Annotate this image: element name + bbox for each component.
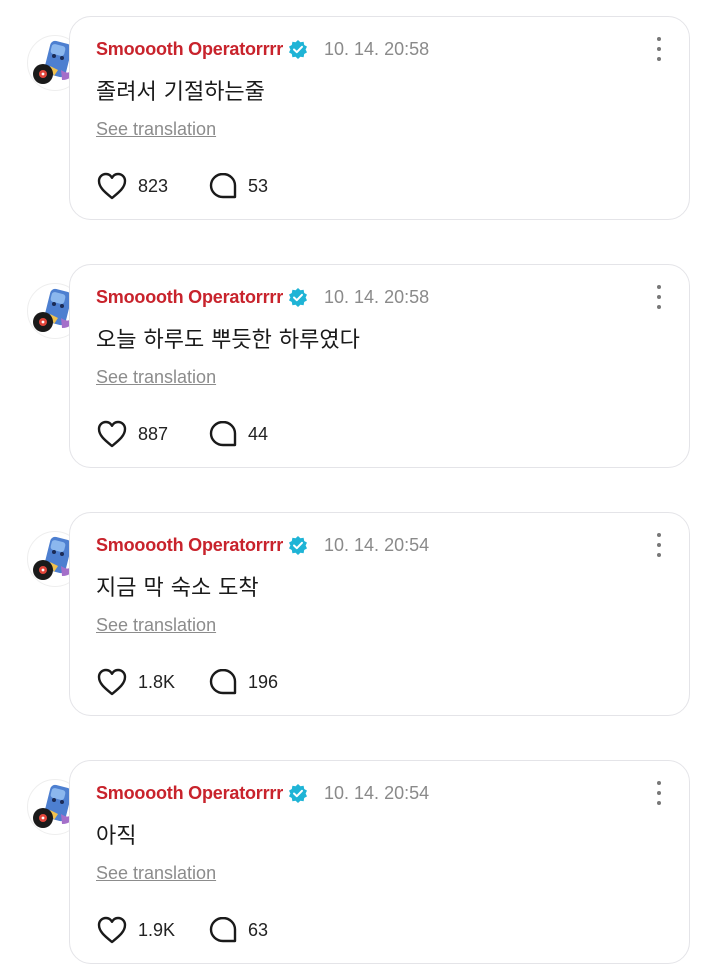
post-card: Smooooth Operatorrrr 10. 14. 20:58 졸려서 기… xyxy=(69,16,690,220)
see-translation-link[interactable]: See translation xyxy=(96,119,216,140)
verified-badge-icon xyxy=(288,39,308,59)
post-text: 오늘 하루도 뿌듯한 하루였다 xyxy=(96,328,360,353)
post-text: 아직 xyxy=(96,824,137,849)
verified-badge-icon xyxy=(288,783,308,803)
verified-badge-icon xyxy=(288,287,308,307)
post-header: Smooooth Operatorrrr 10. 14. 20:58 xyxy=(96,286,429,308)
comment-bubble-icon xyxy=(208,171,238,201)
like-button[interactable]: 1.9K xyxy=(96,915,208,945)
post-item: Smooooth Operatorrrr 10. 14. 20:54 아직 Se… xyxy=(0,759,720,969)
like-button[interactable]: 823 xyxy=(96,171,208,201)
post-actions: 823 53 xyxy=(96,171,268,201)
like-count: 1.8K xyxy=(138,671,176,692)
heart-icon xyxy=(96,915,128,945)
post-timestamp: 10. 14. 20:54 xyxy=(324,782,430,803)
post-timestamp: 10. 14. 20:54 xyxy=(324,534,430,555)
post-header: Smooooth Operatorrrr 10. 14. 20:54 xyxy=(96,534,429,556)
post-actions: 1.8K 196 xyxy=(96,667,278,697)
comment-button[interactable]: 53 xyxy=(208,171,268,201)
post-card: Smooooth Operatorrrr 10. 14. 20:54 지금 막 … xyxy=(69,512,690,716)
more-options-icon[interactable] xyxy=(651,37,667,61)
username[interactable]: Smooooth Operatorrrr xyxy=(96,535,283,556)
see-translation-link[interactable]: See translation xyxy=(96,615,216,636)
heart-icon xyxy=(96,667,128,697)
post-actions: 1.9K 63 xyxy=(96,915,268,945)
post-item: Smooooth Operatorrrr 10. 14. 20:58 오늘 하루… xyxy=(0,263,720,473)
like-count: 823 xyxy=(138,175,169,196)
more-options-icon[interactable] xyxy=(651,533,667,557)
comment-button[interactable]: 44 xyxy=(208,419,268,449)
see-translation-link[interactable]: See translation xyxy=(96,367,216,388)
heart-icon xyxy=(96,171,128,201)
post-text: 지금 막 숙소 도착 xyxy=(96,576,259,601)
post-timestamp: 10. 14. 20:58 xyxy=(324,38,430,59)
username[interactable]: Smooooth Operatorrrr xyxy=(96,39,283,60)
post-header: Smooooth Operatorrrr 10. 14. 20:54 xyxy=(96,782,429,804)
comment-count: 53 xyxy=(248,175,269,196)
post-card: Smooooth Operatorrrr 10. 14. 20:58 오늘 하루… xyxy=(69,264,690,468)
comment-count: 196 xyxy=(248,671,279,692)
like-button[interactable]: 1.8K xyxy=(96,667,208,697)
comment-bubble-icon xyxy=(208,915,238,945)
comment-bubble-icon xyxy=(208,667,238,697)
verified-badge-icon xyxy=(288,535,308,555)
username[interactable]: Smooooth Operatorrrr xyxy=(96,783,283,804)
see-translation-link[interactable]: See translation xyxy=(96,863,216,884)
more-options-icon[interactable] xyxy=(651,285,667,309)
post-text: 졸려서 기절하는줄 xyxy=(96,80,265,105)
post-timestamp: 10. 14. 20:58 xyxy=(324,286,430,307)
comment-count: 63 xyxy=(248,919,269,940)
username[interactable]: Smooooth Operatorrrr xyxy=(96,287,283,308)
like-button[interactable]: 887 xyxy=(96,419,208,449)
like-count: 1.9K xyxy=(138,919,176,940)
like-count: 887 xyxy=(138,423,169,444)
post-actions: 887 44 xyxy=(96,419,268,449)
post-item: Smooooth Operatorrrr 10. 14. 20:58 졸려서 기… xyxy=(0,15,720,225)
comment-bubble-icon xyxy=(208,419,238,449)
post-card: Smooooth Operatorrrr 10. 14. 20:54 아직 Se… xyxy=(69,760,690,964)
comment-count: 44 xyxy=(248,423,269,444)
post-header: Smooooth Operatorrrr 10. 14. 20:58 xyxy=(96,38,429,60)
comment-button[interactable]: 196 xyxy=(208,667,278,697)
more-options-icon[interactable] xyxy=(651,781,667,805)
post-item: Smooooth Operatorrrr 10. 14. 20:54 지금 막 … xyxy=(0,511,720,721)
heart-icon xyxy=(96,419,128,449)
comment-button[interactable]: 63 xyxy=(208,915,268,945)
